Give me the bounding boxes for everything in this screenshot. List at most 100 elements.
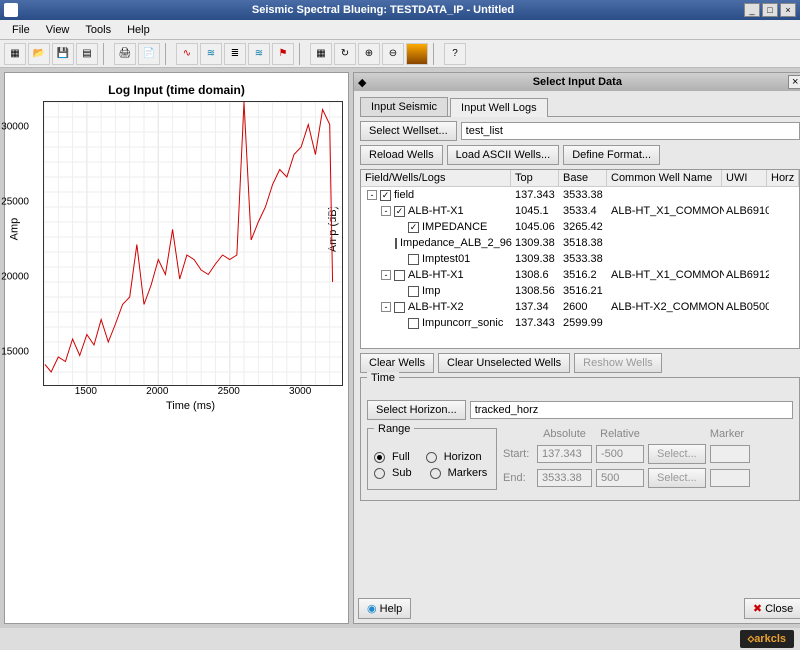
start-marker-input: [710, 445, 750, 463]
statusbar: ◇arkcls: [0, 628, 800, 650]
radio-horizon[interactable]: [426, 452, 437, 463]
col-common[interactable]: Common Well Name: [607, 170, 722, 186]
reset-icon[interactable]: ↻: [334, 43, 356, 65]
checkbox[interactable]: [408, 254, 419, 265]
menu-view[interactable]: View: [38, 22, 78, 38]
marker-label: Marker: [702, 428, 752, 440]
waves-icon[interactable]: ≋: [200, 43, 222, 65]
save-icon[interactable]: 💾: [52, 43, 74, 65]
col-top[interactable]: Top: [511, 170, 559, 186]
wells-tree[interactable]: Field/Wells/Logs Top Base Common Well Na…: [360, 169, 800, 349]
zoom-out-icon[interactable]: ⊖: [382, 43, 404, 65]
tree-row[interactable]: Impedance_ALB_2_961309.383518.38: [361, 235, 799, 251]
checkbox[interactable]: [395, 238, 397, 249]
time-fieldset: Time Select Horizon... Range Full Horizo…: [360, 377, 800, 501]
open-icon[interactable]: 📂: [28, 43, 50, 65]
db-icon[interactable]: ▦: [4, 43, 26, 65]
print-icon[interactable]: 🖨: [114, 43, 136, 65]
menu-help[interactable]: Help: [119, 22, 158, 38]
spectrum-icon[interactable]: ∿: [176, 43, 198, 65]
reload-wells-button[interactable]: Reload Wells: [360, 145, 443, 165]
panel-titlebar: ◆ Select Input Data ×: [354, 73, 800, 91]
palette-icon[interactable]: [406, 43, 428, 65]
col-base[interactable]: Base: [559, 170, 607, 186]
expand-icon[interactable]: -: [381, 270, 391, 280]
checkbox[interactable]: ✓: [380, 190, 391, 201]
tree-row[interactable]: Impuncorr_sonic137.3432599.99: [361, 315, 799, 331]
horizon-input[interactable]: [470, 401, 794, 419]
tab-input-seismic[interactable]: Input Seismic: [360, 97, 448, 116]
wellset-input[interactable]: [461, 122, 800, 140]
define-format-button[interactable]: Define Format...: [563, 145, 660, 165]
end-marker-select: Select...: [648, 468, 706, 488]
chart-canvas: [43, 101, 343, 386]
tree-row[interactable]: -ALB-HT-X11308.63516.2ALB-HT_X1_COMMONAL…: [361, 267, 799, 283]
close-window-button[interactable]: ×: [780, 3, 796, 17]
checkbox[interactable]: ✓: [394, 206, 405, 217]
chart-area: Log Input (time domain) Amp Amp (dB) 150…: [4, 72, 349, 624]
tree-row[interactable]: ✓IMPEDANCE1045.063265.42: [361, 219, 799, 235]
tree-item-label: ALB-HT-X1: [408, 269, 464, 281]
start-abs-input: [537, 445, 592, 463]
start-rel-input: [596, 445, 644, 463]
close-button[interactable]: ✖ Close: [744, 598, 800, 619]
col-field[interactable]: Field/Wells/Logs: [361, 170, 511, 186]
help-button[interactable]: ◉ Help: [358, 598, 411, 619]
select-wellset-button[interactable]: Select Wellset...: [360, 121, 457, 141]
app-icon: [4, 3, 18, 17]
tree-item-label: ALB-HT-X1: [408, 205, 464, 217]
flag-icon[interactable]: ⚑: [272, 43, 294, 65]
checkbox[interactable]: [394, 270, 405, 281]
expand-icon[interactable]: -: [367, 190, 377, 200]
time-legend: Time: [367, 372, 399, 384]
panel-icon: ◆: [358, 76, 366, 89]
radio-full[interactable]: [374, 452, 385, 463]
maximize-button[interactable]: □: [762, 3, 778, 17]
menu-file[interactable]: File: [4, 22, 38, 38]
select-horizon-button[interactable]: Select Horizon...: [367, 400, 466, 420]
load-ascii-button[interactable]: Load ASCII Wells...: [447, 145, 560, 165]
radio-sub[interactable]: [374, 468, 385, 479]
window-title: Seismic Spectral Blueing: TESTDATA_IP - …: [24, 4, 742, 16]
checkbox[interactable]: [394, 302, 405, 313]
tree-item-label: Impedance_ALB_2_96: [400, 237, 512, 249]
end-marker-input: [710, 469, 750, 487]
checkbox[interactable]: ✓: [408, 222, 419, 233]
clear-wells-button[interactable]: Clear Wells: [360, 353, 434, 373]
zoom-in-icon[interactable]: ⊕: [358, 43, 380, 65]
col-horz[interactable]: Horz: [767, 170, 799, 186]
range-fieldset: Range Full Horizon Sub Markers: [367, 428, 497, 490]
tree-item-label: field: [394, 189, 414, 201]
radio-markers[interactable]: [430, 468, 441, 479]
end-rel-input: [596, 469, 644, 487]
tree-item-label: Imp: [422, 285, 440, 297]
tree-row[interactable]: -✓field137.3433533.38: [361, 187, 799, 203]
tab-input-well-logs[interactable]: Input Well Logs: [450, 98, 548, 117]
range-legend: Range: [374, 423, 414, 435]
tree-row[interactable]: -✓ALB-HT-X11045.13533.4ALB-HT_X1_COMMONA…: [361, 203, 799, 219]
tree-row[interactable]: Imptest011309.383533.38: [361, 251, 799, 267]
relative-label: Relative: [596, 428, 644, 440]
reshow-wells-button[interactable]: Reshow Wells: [574, 353, 662, 373]
grid-icon[interactable]: ▦: [310, 43, 332, 65]
checkbox[interactable]: [408, 318, 419, 329]
menubar: File View Tools Help: [0, 20, 800, 40]
help-icon[interactable]: ?: [444, 43, 466, 65]
col-uwi[interactable]: UWI: [722, 170, 767, 186]
end-abs-input: [537, 469, 592, 487]
expand-icon[interactable]: -: [381, 302, 391, 312]
clear-unselected-button[interactable]: Clear Unselected Wells: [438, 353, 570, 373]
checkbox[interactable]: [408, 286, 419, 297]
menu-tools[interactable]: Tools: [77, 22, 119, 38]
absolute-label: Absolute: [537, 428, 592, 440]
tree-row[interactable]: Imp1308.563516.21: [361, 283, 799, 299]
process-icon[interactable]: ≋: [248, 43, 270, 65]
list-icon[interactable]: ≣: [224, 43, 246, 65]
tree-row[interactable]: -ALB-HT-X2137.342600ALB-HT-X2_COMMONALB0…: [361, 299, 799, 315]
save2-icon[interactable]: ▤: [76, 43, 98, 65]
minimize-button[interactable]: _: [744, 3, 760, 17]
panel-close-button[interactable]: ×: [788, 75, 800, 89]
page-icon[interactable]: 📄: [138, 43, 160, 65]
expand-icon[interactable]: -: [381, 206, 391, 216]
end-label: End:: [503, 472, 533, 484]
